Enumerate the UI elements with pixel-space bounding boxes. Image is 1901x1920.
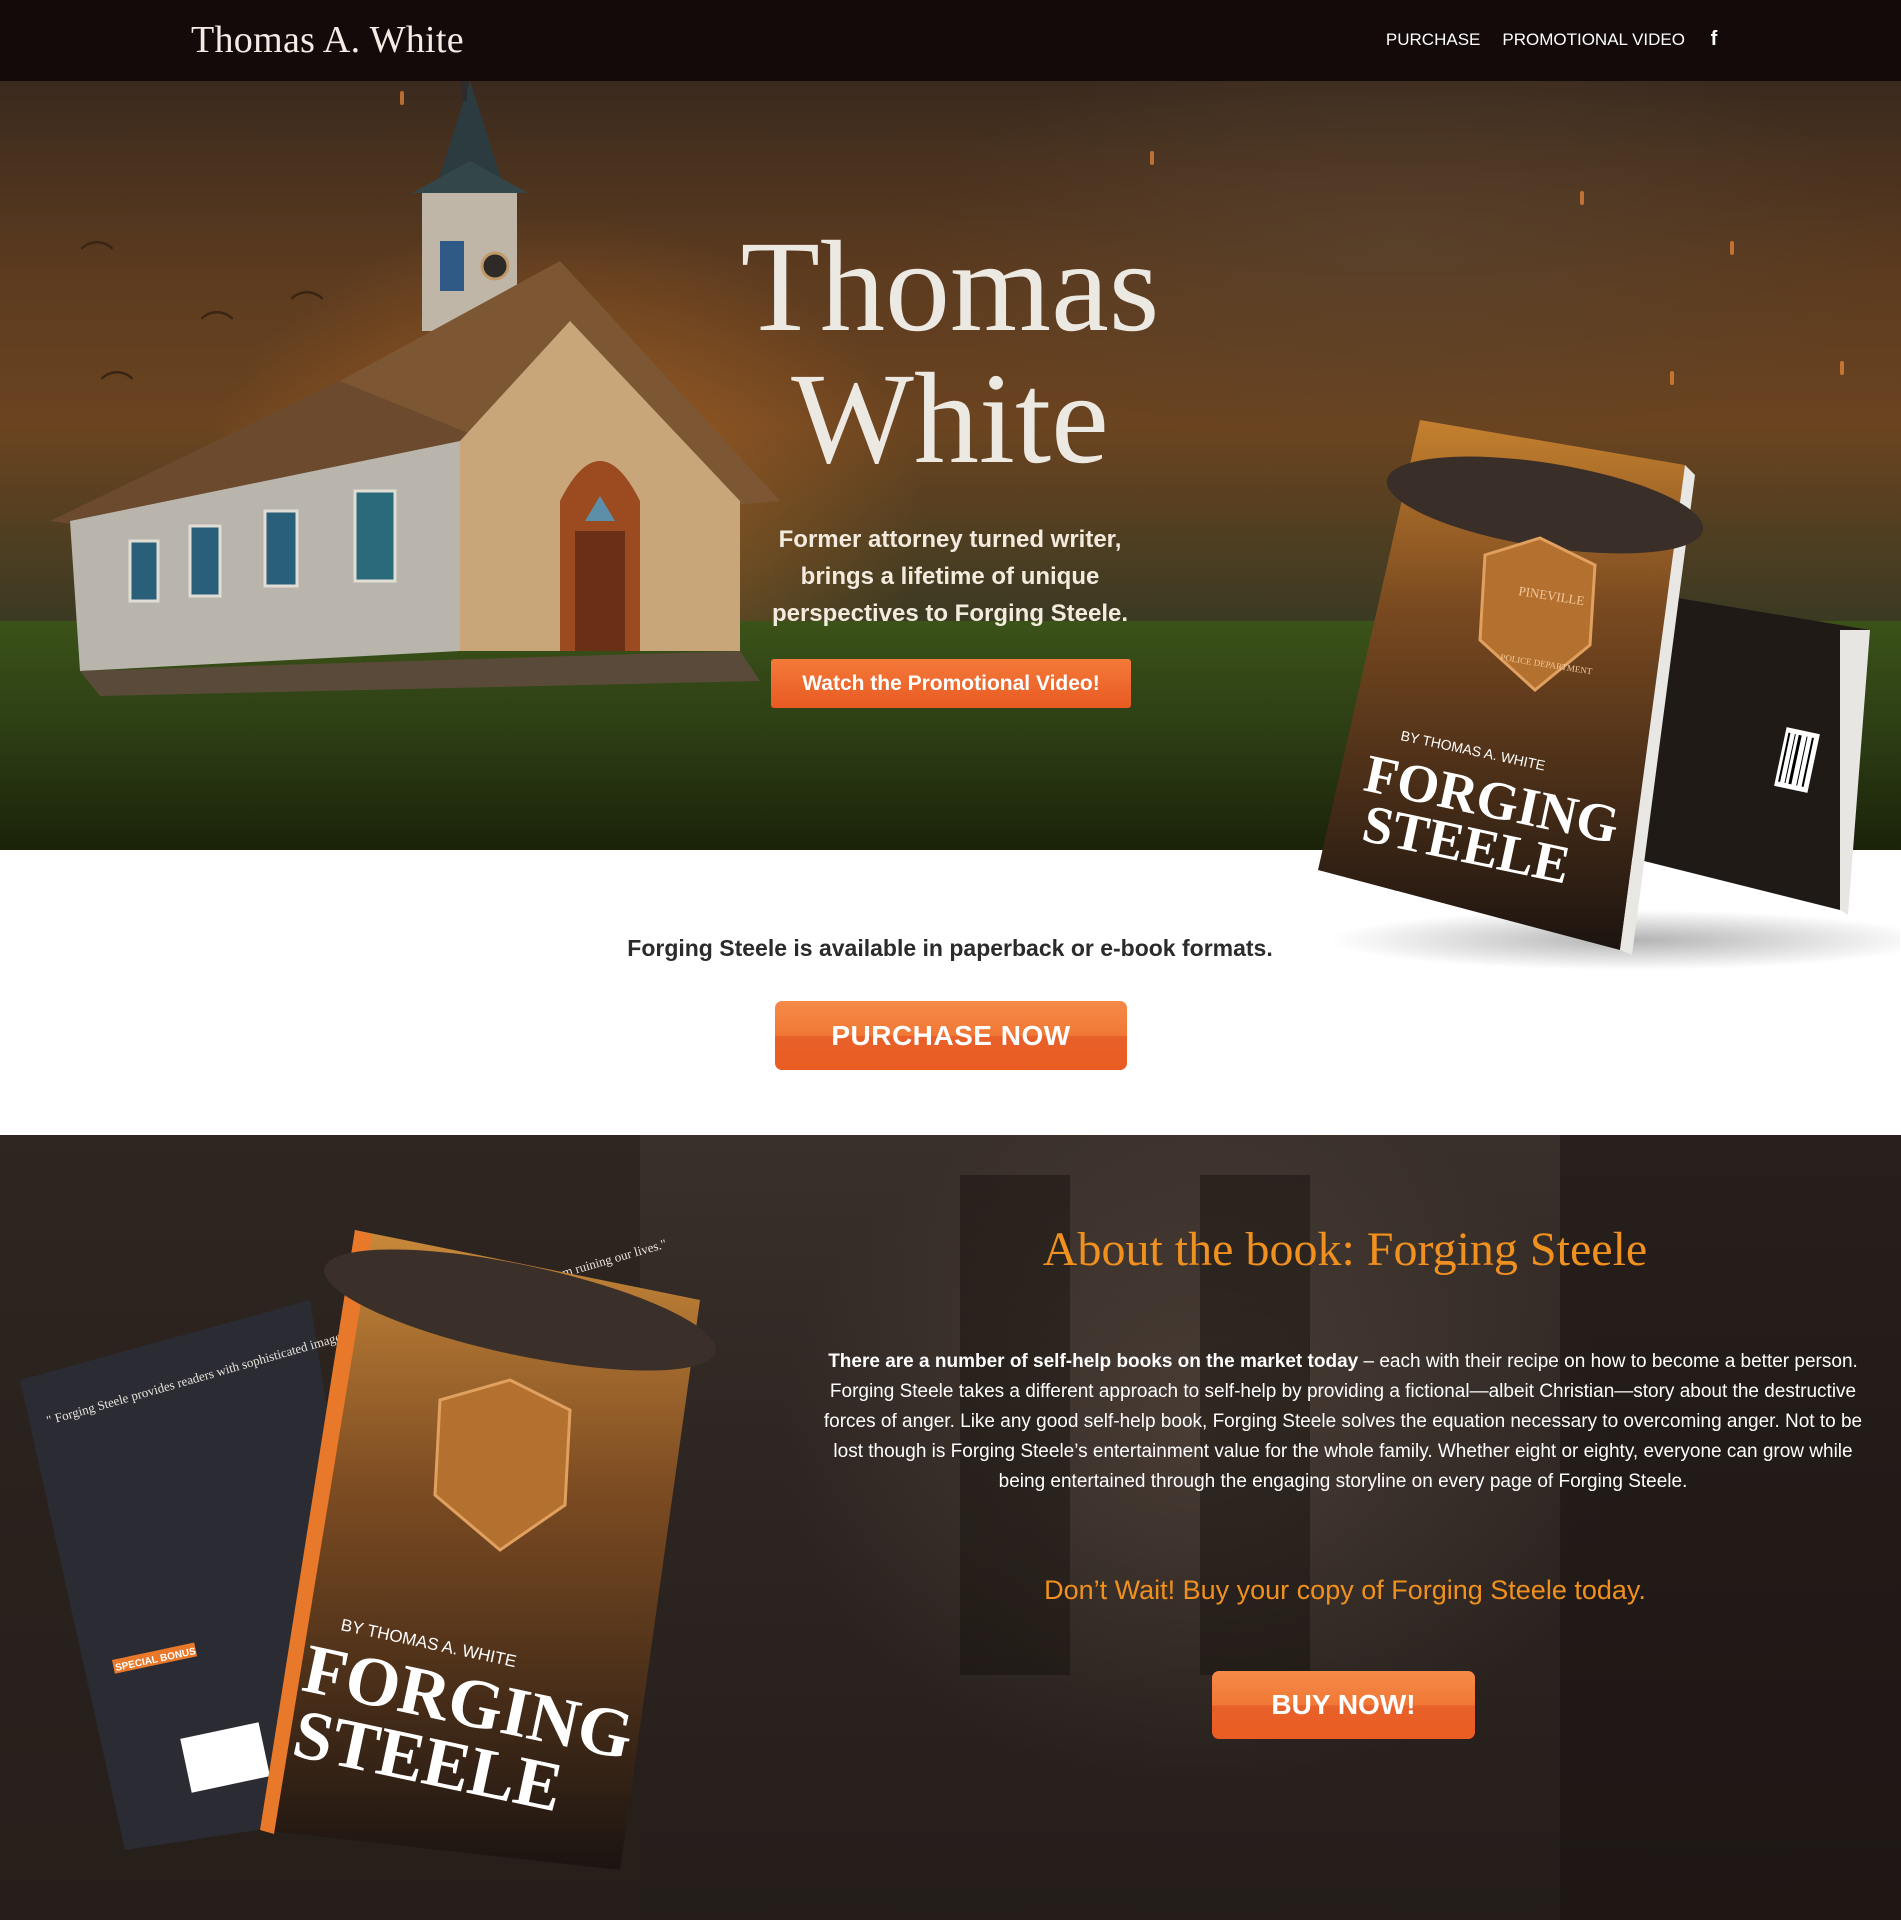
book-mockup-top: PINEVILLE POLICE DEPARTMENT BY THOMAS A.…	[1318, 420, 1900, 970]
book-mockup-bottom: " Forging Steele provides readers with s…	[20, 1230, 716, 1870]
ember-spark	[1670, 371, 1674, 385]
bird-icon: ⌒	[200, 310, 234, 348]
bird-icon: ⌒	[80, 240, 114, 278]
facebook-icon[interactable]: f	[1707, 28, 1721, 51]
about-body: There are a number of self-help books on…	[808, 1347, 1878, 1497]
ember-spark	[400, 91, 404, 105]
watch-video-button[interactable]: Watch the Promotional Video!	[771, 659, 1131, 708]
buy-now-button[interactable]: BUY NOW!	[1212, 1671, 1475, 1739]
purchase-now-button[interactable]: PURCHASE NOW	[775, 1001, 1127, 1070]
nav-link-purchase[interactable]: PURCHASE	[1386, 30, 1480, 50]
ember-spark	[1730, 241, 1734, 255]
nav-link-promotional-video[interactable]: PROMOTIONAL VIDEO	[1502, 30, 1685, 50]
top-navbar: Thomas A. White PURCHASE PROMOTIONAL VID…	[0, 0, 1901, 81]
nav-links: PURCHASE PROMOTIONAL VIDEO f	[1386, 28, 1721, 51]
site-brand[interactable]: Thomas A. White	[191, 18, 464, 62]
ember-spark	[1580, 191, 1584, 205]
about-body-rest: – each with their recipe on how to becom…	[823, 1351, 1863, 1492]
hero-subtitle: Former attorney turned writer, brings a …	[771, 526, 1129, 627]
ember-spark	[1840, 361, 1844, 375]
bird-icon: ⌒	[290, 290, 324, 328]
hero-title: Thomas White	[650, 221, 1250, 485]
ember-spark	[1150, 151, 1154, 165]
hero-title-line1: Thomas	[740, 215, 1160, 359]
hero-title-line2: White	[791, 347, 1109, 491]
about-body-lead: There are a number of self-help books on…	[828, 1351, 1359, 1372]
about-title: About the book: Forging Steele	[1042, 1223, 1648, 1276]
about-cta-text: Don’t Wait! Buy your copy of Forging Ste…	[1044, 1575, 1646, 1605]
bird-icon: ⌒	[100, 370, 134, 408]
